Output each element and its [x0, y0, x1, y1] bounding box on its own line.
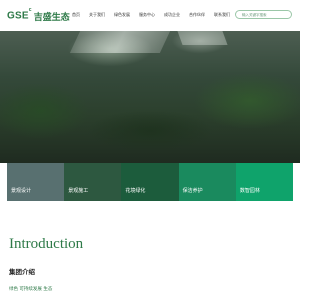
logo[interactable]: GSEc 吉盛生态 [7, 7, 70, 23]
service-label: 保洁养护 [182, 188, 203, 194]
logo-wordmark: GSEc [7, 7, 32, 22]
service-card-flower-greening[interactable]: 花境绿化 [121, 163, 179, 201]
intro-title-cn: 集团介绍 [9, 268, 35, 276]
hero-glass-reflection [177, 31, 228, 45]
nav-item-success-cases[interactable]: 成功企业 [164, 12, 180, 18]
intro-tagline: 绿色 可持续发展 生态 [9, 287, 53, 292]
service-card-smart-garden[interactable]: 数智园林 [235, 163, 294, 201]
hero-banner [0, 31, 300, 163]
nav-item-about[interactable]: 关于我们 [89, 12, 105, 18]
logo-superscript: c [28, 7, 32, 14]
service-label: 花境绿化 [125, 188, 146, 194]
service-cards: 景观设计 景观施工 花境绿化 保洁养护 数智园林 [7, 163, 294, 201]
main-nav: 首页 关于我们 绿色发展 服务中心 成功企业 合作伙伴 联系我们 [72, 12, 239, 18]
logo-text: GSE [7, 10, 29, 22]
logo-chinese-name: 吉盛生态 [33, 12, 70, 23]
nav-item-partners[interactable]: 合作伙伴 [189, 12, 205, 18]
service-label: 景观设计 [11, 188, 32, 194]
nav-item-home[interactable]: 首页 [72, 12, 80, 18]
service-label: 数智园林 [239, 188, 260, 194]
search-input[interactable] [235, 10, 292, 19]
service-card-cleaning-maintenance[interactable]: 保洁养护 [178, 163, 236, 201]
nav-item-service-center[interactable]: 服务中心 [139, 12, 155, 18]
site-header: GSEc 吉盛生态 首页 关于我们 绿色发展 服务中心 成功企业 合作伙伴 联系… [0, 0, 300, 31]
service-card-landscape-design[interactable]: 景观设计 [7, 163, 65, 201]
intro-title-en: Introduction [9, 236, 84, 252]
nav-item-green-development[interactable]: 绿色发展 [114, 12, 130, 18]
service-label: 景观施工 [68, 188, 89, 194]
nav-item-contact[interactable]: 联系我们 [214, 12, 230, 18]
service-card-landscape-construction[interactable]: 景观施工 [64, 163, 122, 201]
hero-glass-reflection [69, 31, 171, 53]
